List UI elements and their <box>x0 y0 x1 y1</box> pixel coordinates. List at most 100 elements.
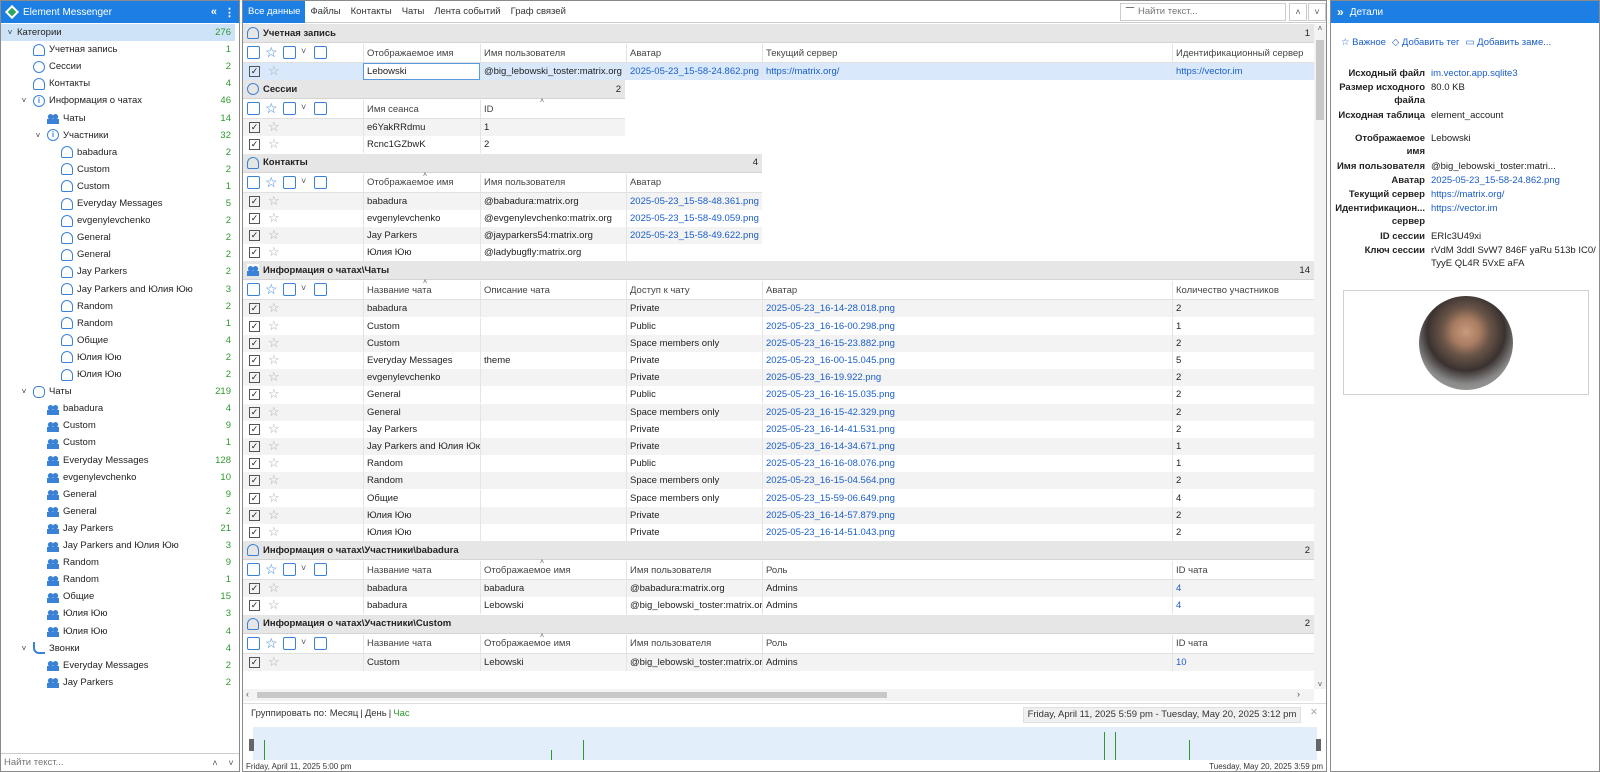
column-header[interactable]: ID чата <box>1172 561 1314 580</box>
table-row[interactable]: ✓ ☆ Общие Space members only 2025-05-23_15-5… <box>243 489 1314 507</box>
favorite-star-icon[interactable]: ☆ <box>268 580 280 596</box>
table-cell[interactable]: 2025-05-23_15-59-06.649.png <box>762 489 1172 507</box>
column-header[interactable]: Аватар <box>626 173 762 192</box>
column-header[interactable]: Доступ к чату <box>626 281 762 300</box>
table-row[interactable]: ✓ ☆ Random Space members only 2025-05-23_16-… <box>243 472 1314 490</box>
table-cell[interactable]: 4 <box>1172 580 1314 598</box>
favorite-star-icon[interactable]: ☆ <box>268 455 280 471</box>
table-cell[interactable]: 2025-05-23_16-15-04.564.png <box>762 472 1172 490</box>
favorite-star-icon[interactable]: ☆ <box>268 404 280 420</box>
favorite-star-icon[interactable]: ☆ <box>268 438 280 454</box>
table-cell[interactable]: 2025-05-23_15-58-48.361.png <box>626 192 762 210</box>
favorite-star-icon[interactable]: ☆ <box>268 421 280 437</box>
table-row[interactable]: ✓ ☆ e6YakRRdmu 1 <box>243 119 625 137</box>
tree-item[interactable]: ˅ Категории 276 <box>1 24 235 41</box>
select-all-icon[interactable] <box>247 563 260 577</box>
section-header[interactable]: Информация о чатах\Чаты 14 <box>243 261 1314 281</box>
favorite-icon[interactable]: ☆ <box>265 101 278 115</box>
favorite-icon[interactable]: ☆ <box>265 175 278 189</box>
row-checkbox[interactable]: ✓ <box>249 320 260 332</box>
table-cell[interactable]: 2025-05-23_16-00-15.045.png <box>762 352 1172 369</box>
table-cell[interactable]: 2025-05-23_16-15-42.329.png <box>762 403 1172 421</box>
column-header[interactable]: Имя пользователя <box>480 173 626 192</box>
row-checkbox[interactable]: ✓ <box>249 212 260 224</box>
table-row[interactable]: ✓ ☆ babadura Private 2025-05-23_16-14-28.018… <box>243 300 1314 318</box>
table-cell[interactable] <box>626 244 762 262</box>
table-row[interactable]: ✓ ☆ Rcnc1GZbwK 2 <box>243 136 625 154</box>
note-icon[interactable] <box>314 563 327 577</box>
favorite-star-icon[interactable]: ☆ <box>268 300 280 316</box>
tree-item[interactable]: Jay Parkers 2 <box>1 263 235 280</box>
dropdown-icon[interactable]: ˅ <box>301 283 309 296</box>
tree-item[interactable]: General 2 <box>1 246 235 263</box>
important-button[interactable]: ☆ Важное <box>1341 37 1386 48</box>
favorite-star-icon[interactable]: ☆ <box>268 227 280 243</box>
tree-item[interactable]: Jay Parkers 21 <box>1 520 235 537</box>
row-checkbox[interactable]: ✓ <box>249 423 260 435</box>
column-header[interactable]: Описание чата <box>480 281 626 300</box>
tree-item[interactable]: Jay Parkers 2 <box>1 674 235 691</box>
column-header[interactable]: Идентификационный сервер <box>1172 44 1314 62</box>
favorite-star-icon[interactable]: ☆ <box>268 244 280 260</box>
column-header[interactable]: ID чата <box>1172 634 1314 653</box>
tree-item[interactable]: Custom 1 <box>1 434 235 451</box>
select-all-icon[interactable] <box>247 46 260 59</box>
table-row[interactable]: ✓ ☆ evgenylevchenko @evgenylevchenko:matrix… <box>243 209 762 227</box>
property-value[interactable]: im.vector.app.sqlite3 <box>1431 67 1597 80</box>
dropdown-icon[interactable]: ˅ <box>301 637 309 650</box>
add-tag-button[interactable]: ◇ Добавить тег <box>1392 37 1460 48</box>
tree-expand-icon[interactable]: ˅ <box>19 96 29 105</box>
tree-item[interactable]: Юлия Юю 2 <box>1 366 235 383</box>
favorite-star-icon[interactable]: ☆ <box>268 472 280 488</box>
favorite-icon[interactable]: ☆ <box>265 45 278 59</box>
tree-item[interactable]: ˅ Чаты 219 <box>1 383 235 400</box>
favorite-star-icon[interactable]: ☆ <box>268 597 280 613</box>
favorite-star-icon[interactable]: ☆ <box>268 654 280 670</box>
note-icon[interactable] <box>314 175 327 189</box>
table-row[interactable]: ✓ ☆ Юлия Юю @ladybugfly:matrix.org <box>243 244 762 262</box>
tree-item[interactable]: Общие 15 <box>1 588 235 605</box>
row-checkbox[interactable]: ✓ <box>249 600 260 612</box>
favorite-star-icon[interactable]: ☆ <box>268 507 280 523</box>
more-menu-icon[interactable]: ⋮ <box>224 6 235 19</box>
tree-item[interactable]: babadura 4 <box>1 400 235 417</box>
column-header[interactable]: Роль <box>762 561 1172 580</box>
table-row[interactable]: ✓ ☆ Jay Parkers and Юлия Юю Private 2025-05-… <box>243 438 1314 455</box>
tab-3[interactable]: Чаты <box>397 1 430 23</box>
table-cell[interactable]: 2025-05-23_16-14-51.043.png <box>762 524 1172 541</box>
table-row[interactable]: ✓ ☆ Jay Parkers @jayparkers54:matrix.org 202… <box>243 227 762 244</box>
favorite-star-icon[interactable]: ☆ <box>268 386 280 402</box>
timeline-end-handle[interactable] <box>1316 739 1321 751</box>
section-header[interactable]: Контакты 4 <box>243 153 762 173</box>
tree-item[interactable]: ˅ i Участники 32 <box>1 127 235 144</box>
select-all-icon[interactable] <box>247 102 260 116</box>
tree-expand-icon[interactable]: ˅ <box>33 131 43 140</box>
expand-icon[interactable]: » <box>1337 5 1344 19</box>
timeline-start-handle[interactable] <box>249 739 254 751</box>
table-cell[interactable]: 2025-05-23_16-19.922.png <box>762 369 1172 387</box>
row-checkbox[interactable]: ✓ <box>249 475 260 487</box>
column-header[interactable]: Текущий сервер <box>762 44 1172 62</box>
table-row[interactable]: ✓ ☆ Custom Space members only 2025-05-23_16-… <box>243 334 1314 352</box>
table-cell[interactable]: 2025-05-23_16-16-08.076.png <box>762 455 1172 473</box>
tree-item[interactable]: evgenylevchenko 2 <box>1 212 235 229</box>
note-icon[interactable] <box>314 636 327 650</box>
table-cell[interactable]: 2025-05-23_15-58-24.862.png <box>626 63 762 80</box>
row-checkbox[interactable]: ✓ <box>249 66 260 77</box>
column-header[interactable]: Название чата <box>363 634 480 653</box>
table-cell[interactable]: 10 <box>1172 653 1314 671</box>
tag-icon[interactable] <box>283 46 296 59</box>
table-row[interactable]: ✓ ☆ babadura @babadura:matrix.org 2025-05-23… <box>243 192 762 210</box>
tree-item[interactable]: Юлия Юю 4 <box>1 623 235 640</box>
tree-expand-icon[interactable]: ˅ <box>5 28 15 37</box>
tree-item[interactable]: Random 1 <box>1 571 235 588</box>
table-cell[interactable]: 2025-05-23_16-14-41.531.png <box>762 420 1172 438</box>
section-header[interactable]: Информация о чатах\Участники\Custom 2 <box>243 614 1314 634</box>
select-all-icon[interactable] <box>247 283 260 297</box>
tree-expand-icon[interactable]: ˅ <box>19 387 29 396</box>
column-header[interactable]: Отображаемое имя <box>363 44 480 62</box>
section-header[interactable]: Информация о чатах\Участники\babadura 2 <box>243 541 1314 561</box>
favorite-star-icon[interactable]: ☆ <box>268 524 280 540</box>
property-value[interactable]: https://vector.im <box>1431 202 1597 228</box>
column-header[interactable]: Роль <box>762 634 1172 653</box>
